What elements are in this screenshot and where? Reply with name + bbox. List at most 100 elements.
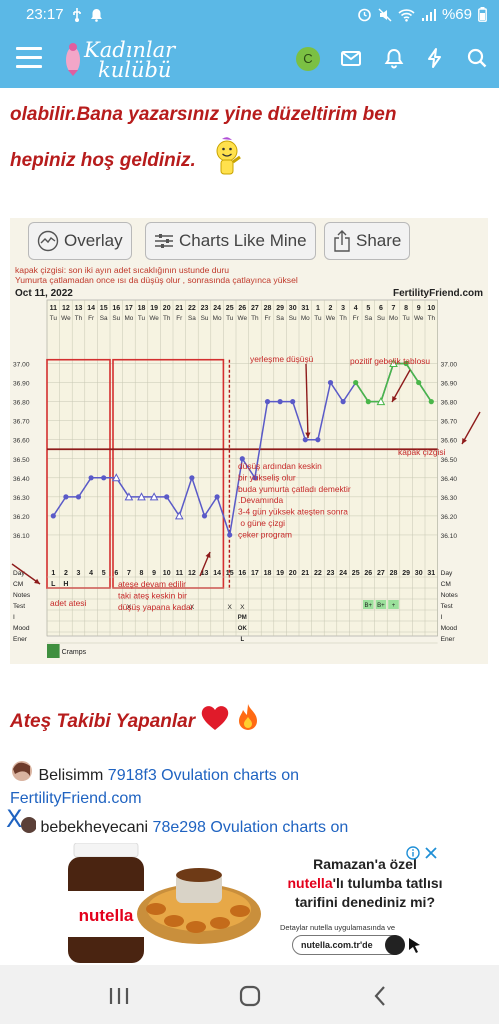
period-arrow-head — [34, 578, 40, 584]
cover-line-arrow — [461, 411, 481, 445]
overlay-button[interactable]: Overlay — [28, 222, 132, 260]
row-label-right-cm: CM — [441, 581, 451, 588]
cycle-day: 1 — [51, 570, 55, 577]
user-chart-link-cont[interactable]: FertilityFriend.com — [10, 790, 142, 807]
back-button[interactable] — [373, 985, 387, 1007]
row-label-cm: CM — [13, 581, 23, 588]
weekday-tick: Su — [201, 315, 209, 322]
site-logo[interactable]: Kadınlar kulübü — [62, 36, 192, 82]
temp-tick-left: 36.30 — [13, 495, 30, 502]
fertility-chart-image[interactable]: Overlay Charts Like Mine Share kapak çiz… — [10, 218, 488, 664]
temp-point — [340, 399, 346, 405]
weekday-tick: Th — [251, 315, 259, 322]
cycle-day: 3 — [77, 570, 81, 577]
weekday-tick: We — [149, 315, 159, 322]
temp-point — [164, 494, 170, 500]
cycle-day: 28 — [390, 570, 398, 577]
date-tick: 7 — [392, 305, 396, 312]
user-avatar[interactable]: C — [296, 47, 320, 71]
x-mark: X — [227, 604, 232, 611]
period-temp-label: adet atesi — [50, 598, 86, 608]
cycle-day: 29 — [402, 570, 410, 577]
home-button[interactable] — [239, 985, 261, 1007]
temp-point — [63, 494, 69, 500]
temp-point — [327, 379, 334, 386]
temp-tick-left: 37.00 — [13, 362, 30, 369]
cycle-day: 24 — [339, 570, 347, 577]
cycle-day: 26 — [364, 570, 372, 577]
test-value: B+ — [377, 603, 385, 609]
date-tick: 19 — [150, 305, 158, 312]
cycle-day: 31 — [427, 570, 435, 577]
ad-banner[interactable]: X nutella Ramazan'a özel nutella'lı tulu… — [0, 805, 499, 965]
weekday-tick: Sa — [276, 315, 284, 322]
ad-search-icon — [385, 935, 405, 955]
recent-apps-button[interactable] — [108, 986, 130, 1006]
menu-button[interactable] — [16, 47, 42, 69]
temp-tick-left: 36.80 — [13, 400, 30, 407]
date-tick: 17 — [125, 305, 133, 312]
temp-point — [365, 399, 371, 405]
date-tick: 21 — [175, 305, 183, 312]
date-tick: 16 — [112, 305, 120, 312]
notification-bell-icon[interactable] — [383, 47, 405, 69]
temp-point — [264, 399, 271, 405]
cycle-day: 20 — [289, 570, 297, 577]
user-row[interactable]: Belisimm 7918f3 Ovulation charts on — [10, 760, 299, 786]
row-label-right-ener: Ener — [441, 636, 456, 643]
temp-point — [416, 379, 422, 386]
cycle-day: 4 — [89, 570, 93, 577]
lightning-icon[interactable] — [424, 47, 446, 69]
temp-tick-right: 36.80 — [441, 400, 458, 407]
ad-site-pill[interactable]: nutella.com.tr'de — [292, 935, 405, 955]
share-button[interactable]: Share — [324, 222, 411, 260]
battery-icon — [478, 7, 487, 22]
search-icon[interactable] — [466, 47, 488, 69]
cover-line-label: kapak çizgisi — [398, 447, 446, 457]
date-tick: 15 — [100, 305, 108, 312]
temp-tick-left: 36.20 — [13, 514, 30, 521]
user-link-continuation[interactable]: FertilityFriend.com — [10, 790, 142, 808]
section-title: Ateş Takibi Yapanlar — [10, 703, 260, 733]
weekday-tick: Fr — [353, 315, 360, 322]
weekday-tick: Th — [163, 315, 171, 322]
row-label-right-mood: Mood — [441, 625, 458, 632]
mail-icon[interactable] — [340, 47, 362, 69]
weekday-tick: Th — [75, 315, 83, 322]
weekday-tick: We — [61, 315, 71, 322]
charts-like-mine-button[interactable]: Charts Like Mine — [145, 222, 316, 260]
weekday-tick: Tu — [402, 315, 410, 322]
weekday-tick: Fr — [264, 315, 271, 322]
temp-tick-left: 36.50 — [13, 457, 30, 464]
date-tick: 20 — [163, 305, 171, 312]
post-text-line-1: olabilir.Bana yazarsınız yine düzeltirim… — [10, 104, 397, 125]
date-tick: 23 — [201, 305, 209, 312]
cycle-day: 10 — [163, 570, 171, 577]
cm-value: L — [51, 581, 56, 588]
ad-close-button[interactable]: X — [6, 805, 22, 833]
cursor-icon — [409, 938, 420, 953]
temp-tick-right: 36.10 — [441, 533, 458, 540]
row-label-mood: Mood — [13, 625, 30, 632]
user-chart-link[interactable]: 7918f3 Ovulation charts on — [108, 767, 299, 784]
cycle-day: 30 — [415, 570, 423, 577]
cycle-day: 25 — [352, 570, 360, 577]
date-tick: 4 — [354, 305, 358, 312]
ad-close-icon[interactable] — [425, 847, 437, 859]
temp-point — [50, 513, 56, 519]
cycle-day: 19 — [276, 570, 284, 577]
temp-tick-left: 36.90 — [13, 381, 30, 388]
waving-emoji-icon — [216, 137, 241, 175]
temp-point — [214, 494, 220, 500]
temp-point — [101, 475, 107, 481]
date-tick: 11 — [50, 305, 58, 312]
weekday-tick: Sa — [188, 315, 196, 322]
temp-point — [88, 475, 94, 481]
heart-icon — [202, 706, 229, 730]
section-title-text: Ateş Takibi Yapanlar — [10, 711, 196, 732]
temp-point — [201, 513, 208, 519]
cycle-day: 18 — [264, 570, 272, 577]
weekday-tick: Su — [377, 315, 385, 322]
date-tick: 28 — [264, 305, 272, 312]
row-label-notes: Notes — [13, 592, 31, 599]
